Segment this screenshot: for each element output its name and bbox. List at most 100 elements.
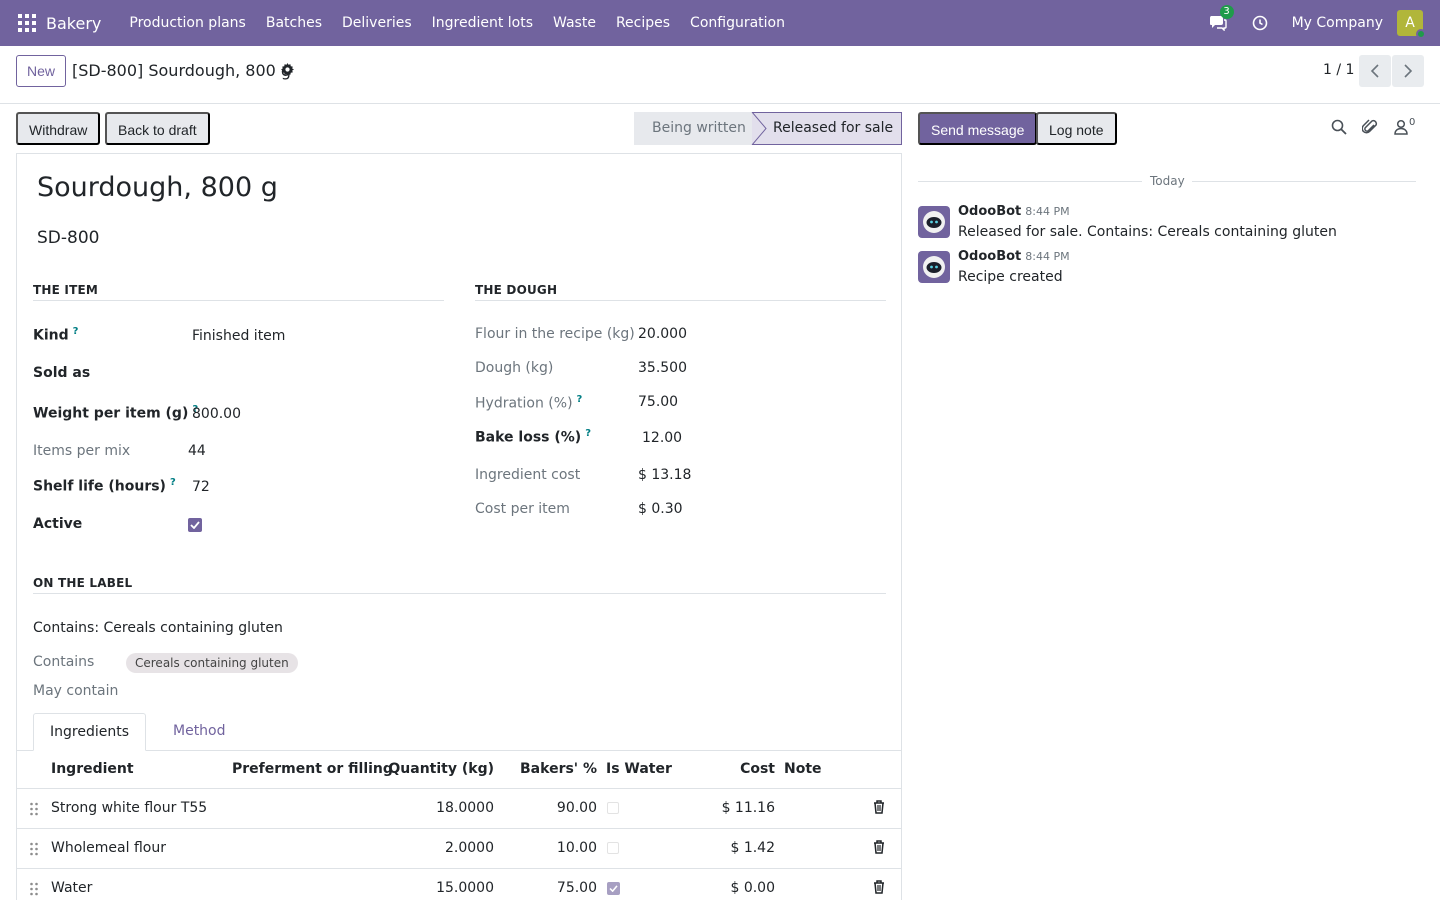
menu-production-plans[interactable]: Production plans bbox=[119, 15, 255, 31]
ingredient-name[interactable]: Wholemeal flour bbox=[51, 840, 166, 856]
is-water-checkbox bbox=[607, 842, 619, 854]
is-water-checkbox bbox=[607, 882, 620, 895]
col-quantity[interactable]: Quantity (kg) bbox=[387, 761, 494, 777]
ingredient-name[interactable]: Water bbox=[51, 880, 92, 896]
allergen-statement: Contains: Cereals containing gluten bbox=[33, 620, 283, 636]
avatar-letter: A bbox=[1405, 15, 1415, 31]
record-breadcrumb-title: [SD-800] Sourdough, 800 g bbox=[72, 61, 292, 80]
help-tooltip-icon[interactable]: ? bbox=[585, 428, 591, 439]
help-tooltip-icon[interactable]: ? bbox=[170, 477, 176, 488]
col-ingredient[interactable]: Ingredient bbox=[51, 761, 134, 777]
col-preferment[interactable]: Preferment or filling bbox=[232, 761, 393, 777]
kind-field[interactable]: Finished item bbox=[192, 328, 285, 344]
send-message-button[interactable]: Send message bbox=[918, 112, 1038, 145]
message-body: Recipe created bbox=[958, 269, 1063, 285]
pager-value[interactable]: 1 / 1 bbox=[1323, 62, 1354, 78]
col-bakers-pct[interactable]: Bakers' % bbox=[512, 761, 597, 777]
messaging-icon[interactable]: 3 bbox=[1208, 5, 1234, 33]
dough-label: Dough (kg) bbox=[475, 360, 554, 376]
col-note[interactable]: Note bbox=[784, 761, 822, 777]
activity-clock-icon[interactable] bbox=[1250, 13, 1270, 33]
control-panel: New [SD-800] Sourdough, 800 g 1 / 1 bbox=[0, 46, 1440, 104]
menu-deliveries[interactable]: Deliveries bbox=[332, 15, 422, 31]
checkmark-icon bbox=[609, 885, 618, 892]
bakers-pct-cell: 90.00 bbox=[556, 800, 597, 816]
group-heading-label: ON THE LABEL bbox=[33, 576, 886, 594]
table-row[interactable]: Wholemeal flour 2.0000 10.00 $ 1.42 bbox=[17, 829, 901, 869]
drag-handle-icon[interactable] bbox=[29, 842, 39, 856]
chevron-left-icon bbox=[1370, 64, 1379, 78]
tab-method[interactable]: Method bbox=[156, 713, 243, 751]
company-switcher[interactable]: My Company bbox=[1292, 15, 1383, 31]
flour-label: Flour in the recipe (kg) bbox=[475, 326, 635, 342]
cost-cell: $ 0.00 bbox=[730, 880, 775, 896]
kind-label: Kind? bbox=[33, 326, 79, 344]
stage-released-for-sale[interactable]: Released for sale bbox=[752, 112, 902, 145]
online-status-icon bbox=[1416, 29, 1426, 39]
dough-value: 35.500 bbox=[638, 360, 687, 376]
apps-menu-icon[interactable] bbox=[18, 14, 36, 32]
flour-value: 20.000 bbox=[638, 326, 687, 342]
items-per-mix-label: Items per mix bbox=[33, 443, 131, 459]
menu-waste[interactable]: Waste bbox=[543, 15, 606, 31]
message-author[interactable]: OdooBot 8:44 PM bbox=[958, 249, 1070, 264]
bakers-pct-cell: 75.00 bbox=[556, 880, 597, 896]
col-is-water[interactable]: Is Water bbox=[606, 761, 672, 777]
message-body: Released for sale. Contains: Cereals con… bbox=[958, 224, 1337, 240]
bake-loss-label: Bake loss (%)? bbox=[475, 428, 592, 446]
help-tooltip-icon[interactable]: ? bbox=[73, 326, 79, 337]
odoobot-avatar[interactable] bbox=[918, 206, 950, 238]
may-contain-label: May contain bbox=[33, 683, 119, 699]
quantity-cell[interactable]: 18.0000 bbox=[387, 800, 494, 816]
quantity-cell[interactable]: 15.0000 bbox=[387, 880, 494, 896]
followers-icon[interactable] bbox=[1394, 119, 1408, 139]
menu-configuration[interactable]: Configuration bbox=[680, 15, 795, 31]
pager-previous-button[interactable] bbox=[1359, 55, 1391, 87]
ingredients-table-header: Ingredient Preferment or filling Quantit… bbox=[17, 751, 901, 789]
new-button[interactable]: New bbox=[16, 55, 67, 87]
message-author[interactable]: OdooBot 8:44 PM bbox=[958, 204, 1070, 219]
cost-cell: $ 11.16 bbox=[721, 800, 775, 816]
odoobot-avatar[interactable] bbox=[918, 251, 950, 283]
menu-batches[interactable]: Batches bbox=[256, 15, 332, 31]
drag-handle-icon[interactable] bbox=[29, 882, 39, 896]
recipe-reference[interactable]: SD-800 bbox=[37, 228, 99, 248]
user-avatar[interactable]: A bbox=[1397, 10, 1426, 39]
trash-icon[interactable] bbox=[873, 840, 885, 854]
help-tooltip-icon[interactable]: ? bbox=[577, 394, 583, 405]
message-time: 8:44 PM bbox=[1025, 250, 1070, 263]
recipe-name[interactable]: Sourdough, 800 g bbox=[37, 172, 278, 203]
table-row[interactable]: Strong white flour T55 18.0000 90.00 $ 1… bbox=[17, 789, 901, 829]
trash-icon[interactable] bbox=[873, 880, 885, 894]
drag-handle-icon[interactable] bbox=[29, 802, 39, 816]
bake-loss-field[interactable]: 12.00 bbox=[642, 430, 682, 446]
paperclip-icon[interactable] bbox=[1361, 119, 1378, 139]
status-pipeline: Being written Released for sale bbox=[634, 112, 902, 145]
withdraw-button[interactable]: Withdraw bbox=[16, 112, 101, 145]
gear-icon[interactable] bbox=[281, 63, 294, 80]
col-cost[interactable]: Cost bbox=[717, 761, 775, 777]
tab-ingredients[interactable]: Ingredients bbox=[33, 713, 146, 751]
pager-next-button[interactable] bbox=[1392, 55, 1424, 87]
search-icon[interactable] bbox=[1331, 119, 1347, 139]
app-name[interactable]: Bakery bbox=[46, 14, 101, 33]
checkmark-icon bbox=[190, 521, 200, 529]
trash-icon[interactable] bbox=[873, 800, 885, 814]
allergen-tag[interactable]: Cereals containing gluten bbox=[126, 653, 298, 673]
hydration-label: Hydration (%)? bbox=[475, 394, 583, 412]
sold-as-field[interactable] bbox=[192, 365, 442, 385]
date-separator-line bbox=[918, 181, 1142, 182]
ingredient-name[interactable]: Strong white flour T55 bbox=[51, 800, 207, 816]
shelf-life-field[interactable]: 72 bbox=[192, 479, 210, 495]
menu-recipes[interactable]: Recipes bbox=[606, 15, 680, 31]
quantity-cell[interactable]: 2.0000 bbox=[387, 840, 494, 856]
menu-ingredient-lots[interactable]: Ingredient lots bbox=[422, 15, 543, 31]
group-heading-dough: THE DOUGH bbox=[475, 283, 886, 301]
weight-label: Weight per item (g)? bbox=[33, 404, 199, 422]
followers-count: 0 bbox=[1409, 117, 1416, 128]
active-checkbox[interactable] bbox=[188, 518, 202, 532]
log-note-button[interactable]: Log note bbox=[1036, 112, 1117, 145]
back-to-draft-button[interactable]: Back to draft bbox=[105, 112, 210, 145]
weight-field[interactable]: 800.00 bbox=[192, 406, 241, 422]
table-row[interactable]: Water 15.0000 75.00 $ 0.00 bbox=[17, 869, 901, 900]
